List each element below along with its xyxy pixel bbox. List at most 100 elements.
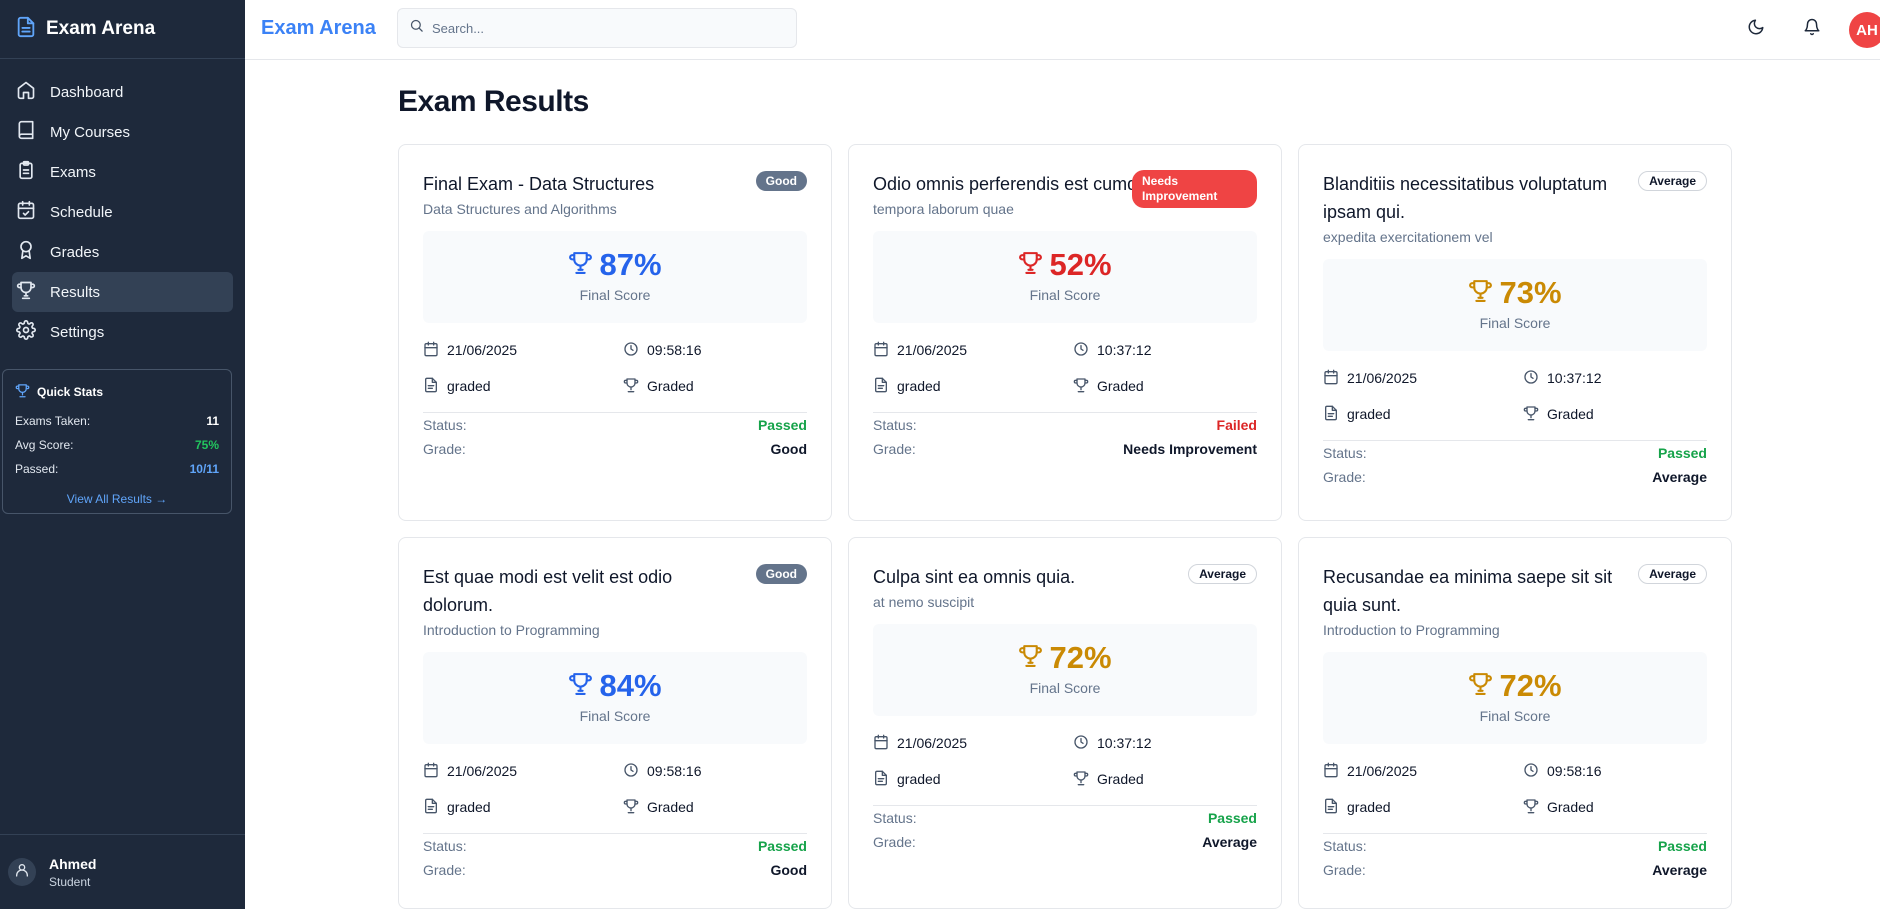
notifications-button[interactable]: [1803, 18, 1823, 38]
status-value: Passed: [1657, 838, 1707, 854]
exam-time: 09:58:16: [647, 342, 702, 358]
status-label: Status:: [873, 810, 917, 826]
search-input[interactable]: [432, 20, 772, 36]
result-card[interactable]: Odio omnis perferendis est cumque. Needs…: [848, 144, 1282, 521]
grade-row: Grade: Average: [1323, 465, 1707, 489]
trophy-icon: [1468, 278, 1499, 308]
meta-time: 10:37:12: [1073, 734, 1273, 752]
file-icon: [1323, 405, 1347, 424]
result-card[interactable]: Recusandae ea minima saepe sit sit quia …: [1298, 537, 1732, 909]
card-title: Blanditiis necessitatibus voluptatum ips…: [1323, 174, 1608, 222]
view-all-results-link[interactable]: View All Results →: [15, 492, 219, 506]
user-role: Student: [49, 874, 91, 889]
file-icon: [423, 798, 447, 817]
exam-time: 09:58:16: [647, 763, 702, 779]
grade-label: Grade:: [1323, 862, 1366, 878]
bell-icon: [1803, 18, 1821, 40]
grade-label: Grade:: [423, 862, 466, 878]
search-bar[interactable]: [397, 8, 797, 48]
meta-state: Graded: [623, 377, 823, 395]
status-row: Status: Passed: [423, 834, 807, 858]
trophy-icon: [1073, 770, 1097, 789]
exam-state: Graded: [1547, 406, 1594, 422]
status-row: Status: Passed: [1323, 441, 1707, 465]
user-name: Ahmed: [49, 855, 97, 872]
exam-state: Graded: [1097, 771, 1144, 787]
grade-badge: Average: [1188, 564, 1257, 584]
grade-value: Average: [1652, 469, 1707, 485]
sidebar-item-dashboard[interactable]: Dashboard: [12, 72, 233, 112]
result-card[interactable]: Blanditiis necessitatibus voluptatum ips…: [1298, 144, 1732, 521]
avatar[interactable]: AH: [1849, 12, 1880, 48]
sidebar-item-label: Schedule: [50, 203, 113, 221]
exam-date: 21/06/2025: [1347, 370, 1418, 386]
result-card[interactable]: Est quae modi est velit est odio dolorum…: [398, 537, 832, 909]
score-value: 87%: [599, 247, 662, 282]
gear-icon: [16, 320, 50, 344]
trophy-icon: [568, 250, 599, 280]
score-label: Final Score: [1479, 708, 1551, 724]
search-icon: [409, 18, 432, 38]
meta-type: graded: [1323, 405, 1523, 423]
score-box: 87% Final Score: [423, 231, 807, 323]
score-label: Final Score: [1029, 287, 1101, 303]
result-card[interactable]: Final Exam - Data Structures Good Data S…: [398, 144, 832, 521]
grade-label: Grade:: [873, 834, 916, 850]
sidebar-item-label: Results: [50, 283, 101, 301]
score-label: Final Score: [579, 708, 651, 724]
grade-label: Grade:: [423, 441, 466, 457]
grade-value: Needs Improvement: [1123, 441, 1257, 457]
score-value: 84%: [599, 668, 662, 703]
sidebar-item-label: Settings: [50, 323, 105, 341]
sidebar-item-settings[interactable]: Settings: [12, 312, 233, 352]
sidebar-item-label: My Courses: [50, 123, 131, 141]
user-icon: [14, 862, 30, 883]
exam-time: 10:37:12: [1547, 370, 1602, 386]
exam-time: 10:37:12: [1097, 735, 1152, 751]
calendar-icon: [873, 341, 897, 360]
stat-row-exams-taken: Exams Taken: 11: [15, 414, 219, 438]
stat-row-passed: Passed: 10/11: [15, 462, 219, 486]
sidebar-item-exams[interactable]: Exams: [12, 152, 233, 192]
calendar-icon: [423, 341, 447, 360]
exam-date: 21/06/2025: [1347, 763, 1418, 779]
score-value: 72%: [1049, 640, 1112, 675]
trophy-icon: [16, 280, 50, 304]
quick-stats-header: Quick Stats: [15, 383, 219, 401]
sidebar-item-results[interactable]: Results: [12, 272, 233, 312]
trophy-icon: [623, 798, 647, 817]
quick-stats-panel: Quick Stats Exams Taken: 11 Avg Score: 7…: [2, 369, 232, 514]
trophy-icon: [1018, 643, 1049, 673]
card-subtitle: Data Structures and Algorithms: [423, 201, 617, 217]
status-row: Status: Passed: [1323, 834, 1707, 858]
score-box: 52% Final Score: [873, 231, 1257, 323]
stat-value: 11: [206, 414, 219, 428]
card-subtitle: at nemo suscipit: [873, 594, 975, 610]
exam-date: 21/06/2025: [897, 735, 968, 751]
sidebar-item-my-courses[interactable]: My Courses: [12, 112, 233, 152]
calendar-icon: [1323, 369, 1347, 388]
clock-icon: [1523, 762, 1547, 781]
sidebar-item-schedule[interactable]: Schedule: [12, 192, 233, 232]
calendar-icon: [873, 734, 897, 753]
grade-row: Grade: Good: [423, 858, 807, 882]
meta-date: 21/06/2025: [873, 734, 1073, 752]
exam-state: Graded: [1097, 378, 1144, 394]
status-label: Status:: [423, 838, 467, 854]
file-icon: [423, 377, 447, 396]
card-subtitle: Introduction to Programming: [423, 622, 600, 638]
result-card[interactable]: Culpa sint ea omnis quia. Average at nem…: [848, 537, 1282, 909]
header-title[interactable]: Exam Arena: [261, 17, 376, 40]
exam-time: 10:37:12: [1097, 342, 1152, 358]
award-icon: [16, 240, 50, 264]
user-profile[interactable]: Ahmed Student: [0, 834, 245, 909]
meta-time: 10:37:12: [1073, 341, 1273, 359]
clipboard-icon: [16, 160, 50, 184]
sidebar-item-label: Exams: [50, 163, 96, 181]
grade-badge: Needs Improvement: [1132, 170, 1257, 208]
sidebar-item-grades[interactable]: Grades: [12, 232, 233, 272]
theme-toggle-button[interactable]: [1747, 18, 1767, 38]
sidebar-brand[interactable]: Exam Arena: [0, 0, 245, 59]
status-value: Failed: [1216, 417, 1257, 433]
meta-time: 09:58:16: [623, 341, 823, 359]
